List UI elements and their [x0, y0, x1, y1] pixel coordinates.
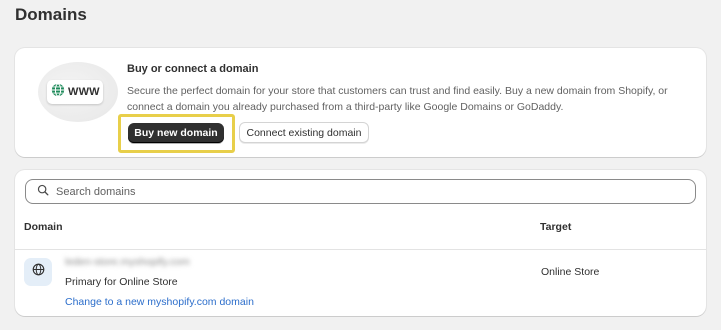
- connect-existing-domain-button[interactable]: Connect existing domain: [239, 122, 369, 143]
- search-icon: [37, 183, 49, 201]
- domains-list-card: Domain Target leden-store.myshopify.com …: [15, 170, 706, 316]
- domain-primary-label: Primary for Online Store: [65, 276, 178, 288]
- domain-globe-tile: [24, 258, 52, 286]
- domain-target: Online Store: [541, 266, 600, 278]
- globe-icon: [51, 82, 65, 102]
- domain-illustration: WWW: [38, 62, 118, 122]
- promo-description: Secure the perfect domain for your store…: [127, 85, 668, 113]
- buy-new-domain-button[interactable]: Buy new domain: [128, 123, 224, 143]
- buy-connect-domain-card: WWW Buy or connect a domain Secure the p…: [15, 48, 706, 157]
- page-title: Domains: [15, 5, 87, 24]
- promo-heading: Buy or connect a domain: [127, 63, 259, 75]
- change-myshopify-domain-link[interactable]: Change to a new myshopify.com domain: [65, 296, 254, 308]
- www-badge: WWW: [47, 80, 103, 104]
- column-header-domain: Domain: [24, 221, 63, 233]
- search-box[interactable]: [25, 179, 696, 204]
- header-divider: [15, 249, 706, 250]
- column-header-target: Target: [540, 221, 572, 233]
- globe-icon: [32, 263, 45, 281]
- www-label: WWW: [68, 86, 100, 98]
- domain-name: leden-store.myshopify.com: [65, 256, 190, 268]
- search-input[interactable]: [56, 181, 695, 202]
